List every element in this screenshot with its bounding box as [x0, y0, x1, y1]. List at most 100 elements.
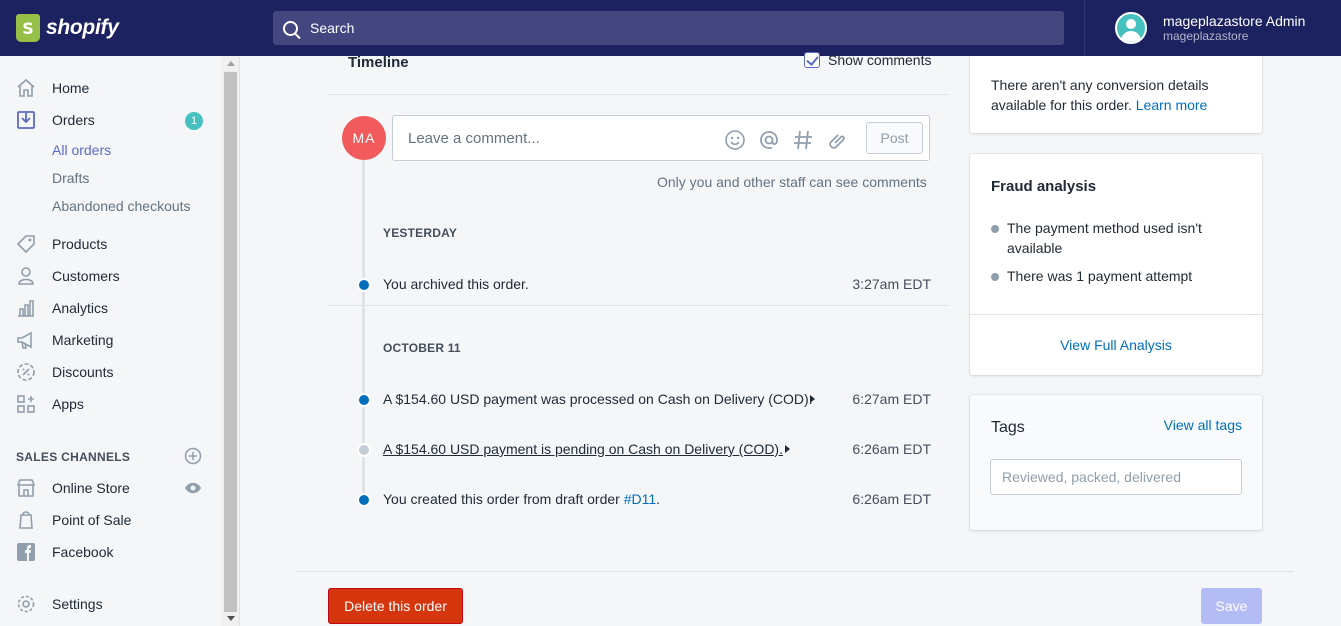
brand-wordmark: shopify: [46, 16, 119, 39]
scroll-down-arrow-icon[interactable]: [227, 616, 235, 621]
event-time: 6:27am EDT: [852, 391, 931, 407]
sidebar-item-facebook[interactable]: Facebook: [0, 538, 222, 566]
add-channel-icon[interactable]: [184, 447, 202, 468]
sidebar-item-label: Orders: [52, 112, 95, 128]
sidebar-item-discounts[interactable]: Discounts: [0, 358, 222, 386]
discount-icon: [16, 362, 36, 382]
divider: [328, 94, 949, 95]
user-name: mageplazastore Admin: [1163, 13, 1306, 29]
draft-order-link[interactable]: #D11: [624, 491, 656, 507]
timeline-event[interactable]: A $154.60 USD payment was processed on C…: [356, 390, 931, 410]
view-full-analysis-link[interactable]: View Full Analysis: [970, 337, 1262, 353]
tags-title: Tags: [991, 419, 1025, 436]
attachment-icon[interactable]: [826, 129, 848, 151]
shopify-bag-icon: [16, 14, 40, 42]
avatar: MA: [342, 116, 386, 160]
sidebar-item-products[interactable]: Products: [0, 230, 222, 258]
conversion-card: There aren't any conversion details avai…: [970, 56, 1262, 133]
event-text: A $154.60 USD payment was processed on C…: [383, 391, 813, 407]
comment-placeholder: Leave a comment...: [408, 130, 540, 147]
sidebar-subitem-abandoned-checkouts[interactable]: Abandoned checkouts: [52, 198, 191, 214]
facebook-icon: [16, 542, 36, 562]
gear-icon: [16, 594, 36, 614]
card-divider: [970, 314, 1262, 315]
search-placeholder: Search: [310, 20, 355, 36]
sidebar-item-point-of-sale[interactable]: Point of Sale: [0, 506, 222, 534]
apps-icon: [16, 394, 36, 414]
sidebar-item-label: Marketing: [52, 332, 114, 348]
sidebar-item-label: Discounts: [52, 364, 114, 380]
event-text: You created this order from draft order …: [383, 491, 660, 507]
sidebar: Home Orders 1 All orders Drafts Abandone…: [0, 56, 240, 626]
scroll-up-arrow-icon[interactable]: [227, 61, 235, 66]
save-button[interactable]: Save: [1201, 588, 1262, 624]
megaphone-icon: [16, 330, 36, 350]
store-icon: [16, 478, 36, 498]
sidebar-item-label: Products: [52, 236, 108, 252]
fraud-item: There was 1 payment attempt: [991, 266, 1241, 286]
search-icon: [283, 20, 298, 36]
scrollbar-thumb[interactable]: [224, 72, 237, 612]
event-text: You archived this order.: [383, 276, 529, 292]
show-comments-checkbox[interactable]: Show comments: [804, 52, 931, 68]
sidebar-item-label: Home: [52, 80, 90, 96]
sidebar-item-label: Analytics: [52, 300, 109, 316]
delete-order-button[interactable]: Delete this order: [328, 588, 463, 624]
sidebar-item-apps[interactable]: Apps: [0, 390, 222, 418]
fraud-analysis-title: Fraud analysis: [991, 178, 1097, 195]
event-dot-icon: [357, 393, 371, 407]
eye-icon[interactable]: [184, 481, 202, 498]
event-dot-icon: [357, 278, 371, 292]
view-all-tags-link[interactable]: View all tags: [1164, 417, 1242, 433]
hashtag-icon[interactable]: [792, 129, 814, 151]
pos-icon: [16, 510, 36, 530]
sidebar-item-home[interactable]: Home: [0, 74, 222, 102]
orders-icon: [16, 110, 36, 130]
timeline-event[interactable]: A $154.60 USD payment is pending on Cash…: [356, 440, 931, 460]
shopify-logo[interactable]: shopify: [0, 0, 240, 56]
sidebar-item-settings[interactable]: Settings: [0, 590, 222, 618]
search-bar[interactable]: Search: [273, 11, 1064, 45]
user-menu[interactable]: mageplazastore Admin mageplazastore: [1084, 0, 1341, 56]
sidebar-scrollbar[interactable]: [222, 56, 239, 626]
learn-more-link[interactable]: Learn more: [1136, 97, 1208, 113]
fraud-analysis-card: Fraud analysis The payment method used i…: [970, 154, 1262, 375]
user-store: mageplazastore: [1163, 29, 1249, 43]
show-comments-label: Show comments: [828, 52, 932, 68]
tags-input[interactable]: Reviewed, packed, delivered: [990, 459, 1242, 495]
mention-icon[interactable]: [758, 129, 780, 151]
event-dot-icon: [357, 493, 371, 507]
divider: [328, 305, 949, 306]
event-time: 6:26am EDT: [852, 491, 931, 507]
fraud-item: The payment method used isn't available: [991, 218, 1241, 258]
event-time: 6:26am EDT: [852, 441, 931, 457]
footer-divider: [296, 571, 1294, 572]
post-button[interactable]: Post: [866, 122, 923, 154]
event-text-suffix: .: [656, 491, 661, 507]
orders-count-badge: 1: [185, 112, 203, 130]
event-time: 3:27am EDT: [852, 276, 931, 292]
sidebar-item-analytics[interactable]: Analytics: [0, 294, 222, 322]
event-text-link[interactable]: A $154.60 USD payment is pending on Cash…: [383, 441, 783, 457]
staff-comment-note: Only you and other staff can see comment…: [657, 174, 927, 190]
sidebar-item-customers[interactable]: Customers: [0, 262, 222, 290]
sidebar-item-label: Settings: [52, 596, 103, 612]
timeline-title: Timeline: [348, 54, 409, 71]
event-text-main: You created this order from draft order: [383, 491, 624, 507]
sidebar-subitem-drafts[interactable]: Drafts: [52, 170, 89, 186]
sidebar-item-marketing[interactable]: Marketing: [0, 326, 222, 354]
conversion-text: There aren't any conversion details avai…: [991, 75, 1251, 115]
sidebar-subitem-all-orders[interactable]: All orders: [52, 142, 111, 158]
home-icon: [16, 78, 36, 98]
sidebar-item-label: Customers: [52, 268, 120, 284]
emoji-icon[interactable]: [724, 129, 746, 151]
checkbox-checked-icon[interactable]: [804, 52, 820, 68]
expand-caret-icon[interactable]: [785, 445, 790, 453]
sidebar-item-label: Point of Sale: [52, 512, 132, 528]
tag-icon: [16, 234, 36, 254]
date-heading: OCTOBER 11: [383, 341, 461, 355]
comment-input[interactable]: Leave a comment... Post: [392, 115, 930, 161]
expand-caret-icon[interactable]: [810, 395, 815, 403]
sales-channels-heading: SALES CHANNELS: [16, 450, 131, 464]
timeline-event: You created this order from draft order …: [356, 490, 931, 510]
